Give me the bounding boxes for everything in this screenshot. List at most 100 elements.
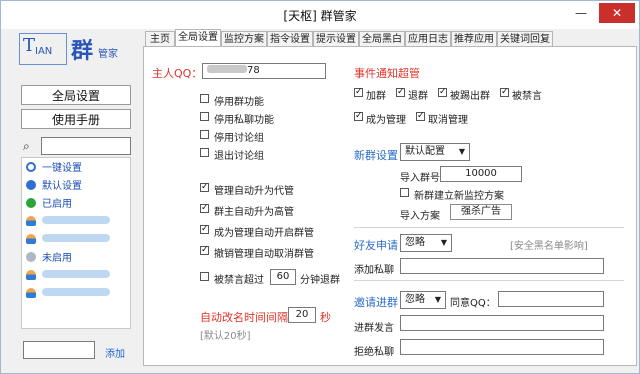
list-item-group[interactable]: [26, 234, 110, 248]
notify-cancel-admin-label: 取消管理: [428, 115, 468, 126]
sidebar: T IAN 群 管家 全局设置 使用手册 ⌕ 一键设置 默认设置 已启用 未启用…: [1, 29, 133, 373]
person-icon: [26, 270, 36, 280]
kick-after-mute-label: 被禁言超过: [214, 275, 264, 286]
chevron-down-icon: ▼: [434, 295, 441, 304]
owner-qq-field[interactable]: 78: [202, 63, 326, 79]
global-settings-panel: 主人QQ： 78 停用群功能 停用私聊功能 停用讨论组 退出讨论组 ✓ 管理自动…: [143, 46, 637, 366]
agree-qq-field[interactable]: [498, 291, 604, 307]
join-speech-field[interactable]: [400, 315, 604, 331]
list-item-group[interactable]: [26, 270, 110, 284]
disable-discussion-checkbox[interactable]: [200, 130, 209, 139]
new-monitor-plan-checkbox[interactable]: [400, 188, 409, 197]
reject-private-label: 拒绝私聊: [354, 347, 394, 358]
tab-global-blackwhite[interactable]: 全局黑白: [359, 31, 405, 47]
minimize-button[interactable]: —: [567, 3, 595, 23]
list-item-group[interactable]: [26, 288, 110, 302]
window-title: [天枢] 群管家: [283, 9, 357, 23]
notify-kicked-checkbox[interactable]: ✓: [438, 88, 447, 97]
list-item-one-key[interactable]: 一键设置: [26, 162, 82, 176]
app-window: [天枢] 群管家 — ✕ T IAN 群 管家 全局设置 使用手册 ⌕ 一键设置…: [0, 0, 640, 374]
agree-qq-label: 同意QQ：: [450, 298, 496, 309]
blurred-name: [42, 270, 110, 278]
close-button[interactable]: ✕: [599, 3, 635, 23]
user-manual-button[interactable]: 使用手册: [21, 109, 131, 129]
search-input[interactable]: [41, 137, 131, 155]
search-icon: ⌕: [23, 139, 30, 153]
person-icon: [26, 288, 36, 298]
global-settings-button[interactable]: 全局设置: [21, 85, 131, 105]
mute-minutes-field[interactable]: 60: [270, 269, 296, 285]
add-link[interactable]: 添加: [105, 345, 125, 360]
tab-app-log[interactable]: 应用日志: [405, 31, 451, 47]
divider: [354, 227, 624, 228]
title-bar: [天枢] 群管家 — ✕: [1, 1, 639, 29]
new-group-config-select[interactable]: 默认配置 ▼: [400, 143, 470, 161]
rename-interval-field[interactable]: 20: [288, 307, 316, 323]
gear-icon: [26, 162, 36, 172]
rename-unit: 秒: [320, 311, 331, 324]
notify-become-admin-checkbox[interactable]: ✓: [354, 112, 363, 121]
person-icon: [26, 234, 36, 244]
invite-join-select[interactable]: 忽略 ▼: [400, 291, 446, 309]
revoke-admin-disable-label: 撤销管理自动取消群管: [214, 249, 314, 260]
join-speech-label: 进群发言: [354, 323, 394, 334]
admin-to-proxy-label: 管理自动升为代管: [214, 186, 294, 197]
tab-keyword-reply[interactable]: 关键词回复: [497, 31, 553, 47]
logo-guanjia: 管家: [98, 49, 118, 60]
tab-monitor-plans[interactable]: 监控方案: [221, 31, 267, 47]
notify-join-checkbox[interactable]: ✓: [354, 88, 363, 97]
become-admin-enable-checkbox[interactable]: ✓: [200, 225, 209, 234]
exit-discussion-checkbox[interactable]: [200, 148, 209, 157]
notify-muted-checkbox[interactable]: ✓: [500, 88, 509, 97]
mute-minutes-suffix: 分钟退群: [300, 275, 340, 286]
kick-after-mute-checkbox[interactable]: [200, 272, 209, 281]
disable-private-label: 停用私聊功能: [214, 115, 274, 126]
location-icon: [26, 180, 36, 190]
owner-to-senior-label: 群主自动升为高管: [214, 207, 294, 218]
notify-leave-label: 退群: [408, 91, 428, 102]
notify-kicked-label: 被踢出群: [450, 91, 490, 102]
disable-group-label: 停用群功能: [214, 97, 264, 108]
person-icon: [26, 216, 36, 226]
notify-leave-checkbox[interactable]: ✓: [396, 88, 405, 97]
tab-command-settings[interactable]: 指令设置: [267, 31, 313, 47]
tab-prompt-settings[interactable]: 提示设置: [313, 31, 359, 47]
logo-qun: 群: [71, 39, 94, 64]
list-item-disabled[interactable]: 未启用: [26, 252, 72, 266]
list-item-group[interactable]: [26, 216, 110, 230]
group-list: 一键设置 默认设置 已启用 未启用: [21, 157, 131, 329]
add-private-field[interactable]: [400, 258, 604, 274]
revoke-admin-disable-checkbox[interactable]: ✓: [200, 246, 209, 255]
rename-interval-label: 自动改名时间间隔: [200, 311, 288, 324]
app-logo: T IAN 群 管家: [19, 33, 129, 67]
import-plan-button[interactable]: 强杀广告: [450, 204, 512, 220]
friend-request-label: 好友申请: [354, 239, 398, 252]
new-group-settings-label: 新群设置: [354, 149, 398, 162]
list-item-default[interactable]: 默认设置: [26, 180, 82, 194]
invite-join-label: 邀请进群: [354, 296, 398, 309]
import-group-field[interactable]: 10000: [440, 166, 522, 182]
masked-digits: [207, 65, 247, 73]
admin-to-proxy-checkbox[interactable]: ✓: [200, 183, 209, 192]
disable-private-checkbox[interactable]: [200, 112, 209, 121]
logo-ian: IAN: [35, 46, 53, 57]
list-item-enabled[interactable]: 已启用: [26, 198, 72, 212]
blurred-name: [42, 216, 110, 224]
friend-request-select[interactable]: 忽略 ▼: [400, 234, 452, 252]
friend-request-note: [安全黑名单影响]: [510, 241, 588, 252]
chevron-down-icon: ▼: [458, 147, 465, 156]
event-notify-title: 事件通知超管: [354, 67, 420, 80]
add-group-input[interactable]: [23, 341, 95, 359]
notify-cancel-admin-checkbox[interactable]: ✓: [416, 112, 425, 121]
tab-recommended-apps[interactable]: 推荐应用: [451, 31, 497, 47]
divider: [354, 280, 624, 281]
logo-t: T: [23, 35, 36, 56]
rename-default-note: [默认20秒]: [200, 331, 251, 342]
disable-group-checkbox[interactable]: [200, 94, 209, 103]
notify-muted-label: 被禁言: [512, 91, 542, 102]
tab-home[interactable]: 主页: [145, 31, 175, 47]
owner-to-senior-checkbox[interactable]: ✓: [200, 204, 209, 213]
blurred-name: [42, 288, 110, 296]
tab-global-settings[interactable]: 全局设置: [175, 29, 221, 47]
reject-private-field[interactable]: [400, 339, 604, 355]
